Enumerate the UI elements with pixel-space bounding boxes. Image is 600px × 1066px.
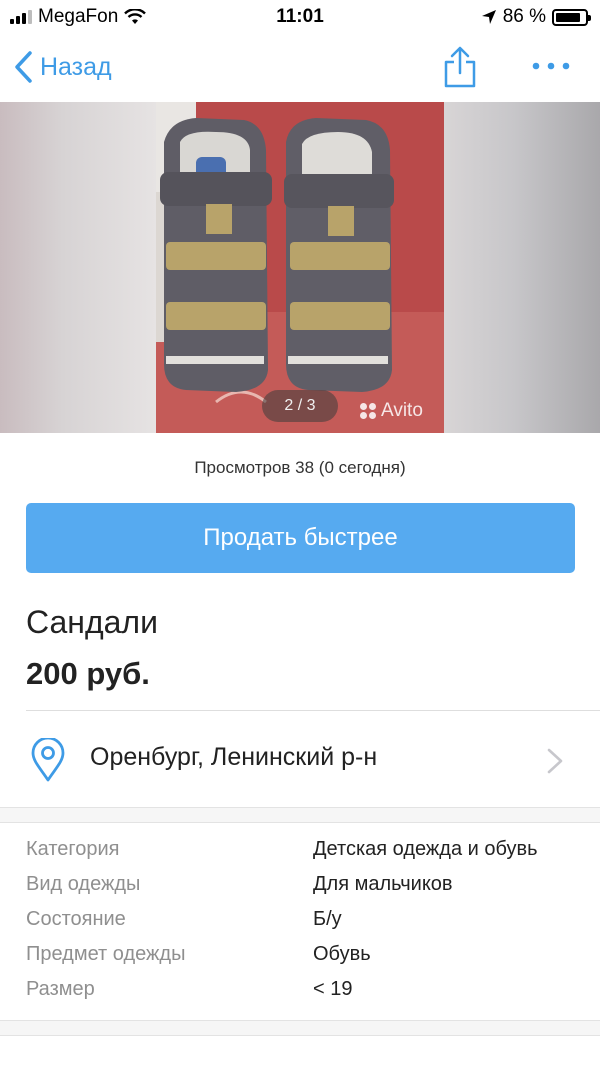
photo-gallery[interactable]: 2 / 3 Avito bbox=[0, 102, 600, 433]
param-row-size: Размер < 19 bbox=[26, 972, 586, 1007]
location-arrow-icon bbox=[481, 10, 496, 24]
watermark-text: Avito bbox=[381, 400, 423, 421]
section-separator bbox=[0, 807, 600, 823]
location-text: Оренбург, Ленинский р-н bbox=[90, 743, 378, 771]
param-label: Категория bbox=[26, 838, 120, 860]
param-value: < 19 bbox=[313, 978, 353, 1000]
listing-price: 200 руб. bbox=[26, 656, 150, 691]
param-value: Б/у bbox=[313, 908, 342, 930]
avito-logo-icon bbox=[360, 403, 376, 419]
next-photo-preview[interactable] bbox=[444, 102, 600, 433]
more-icon[interactable] bbox=[530, 56, 572, 76]
param-label: Вид одежды bbox=[26, 873, 141, 895]
parameters-list: Категория Детская одежда и обувь Вид оде… bbox=[26, 832, 586, 1007]
views-count: Просмотров 38 (0 сегодня) bbox=[194, 458, 406, 477]
param-row-condition: Состояние Б/у bbox=[26, 902, 586, 937]
status-right: 86 % bbox=[481, 6, 591, 28]
status-bar: MegaFon 11:01 86 % bbox=[0, 0, 600, 34]
location-row[interactable]: Оренбург, Ленинский р-н bbox=[0, 711, 600, 807]
navigation-bar: Назад bbox=[0, 34, 600, 102]
back-label: Назад bbox=[40, 52, 112, 81]
photo-counter: 2 / 3 bbox=[262, 390, 338, 422]
chevron-left-icon bbox=[15, 51, 32, 83]
battery-icon bbox=[552, 8, 591, 26]
share-icon[interactable] bbox=[440, 46, 480, 88]
location-pin-icon bbox=[31, 738, 65, 782]
param-row-category: Категория Детская одежда и обувь bbox=[26, 832, 586, 867]
battery-percent: 86 % bbox=[502, 6, 546, 27]
param-row-item: Предмет одежды Обувь bbox=[26, 937, 586, 972]
param-label: Размер bbox=[26, 978, 95, 1000]
chevron-right-icon bbox=[547, 748, 563, 774]
param-value: Обувь bbox=[313, 943, 371, 965]
param-row-clothing-type: Вид одежды Для мальчиков bbox=[26, 867, 586, 902]
param-value: Для мальчиков bbox=[313, 873, 453, 895]
sell-faster-button[interactable]: Продать быстрее bbox=[26, 503, 575, 573]
listing-photo[interactable] bbox=[156, 102, 444, 433]
section-separator bbox=[0, 1020, 600, 1036]
param-value: Детская одежда и обувь bbox=[313, 838, 538, 860]
back-button[interactable]: Назад bbox=[12, 50, 112, 84]
avito-watermark: Avito bbox=[360, 400, 423, 422]
previous-photo-preview[interactable] bbox=[0, 102, 156, 433]
param-label: Состояние bbox=[26, 908, 126, 930]
param-label: Предмет одежды bbox=[26, 943, 186, 965]
listing-title: Сандали bbox=[26, 604, 158, 640]
